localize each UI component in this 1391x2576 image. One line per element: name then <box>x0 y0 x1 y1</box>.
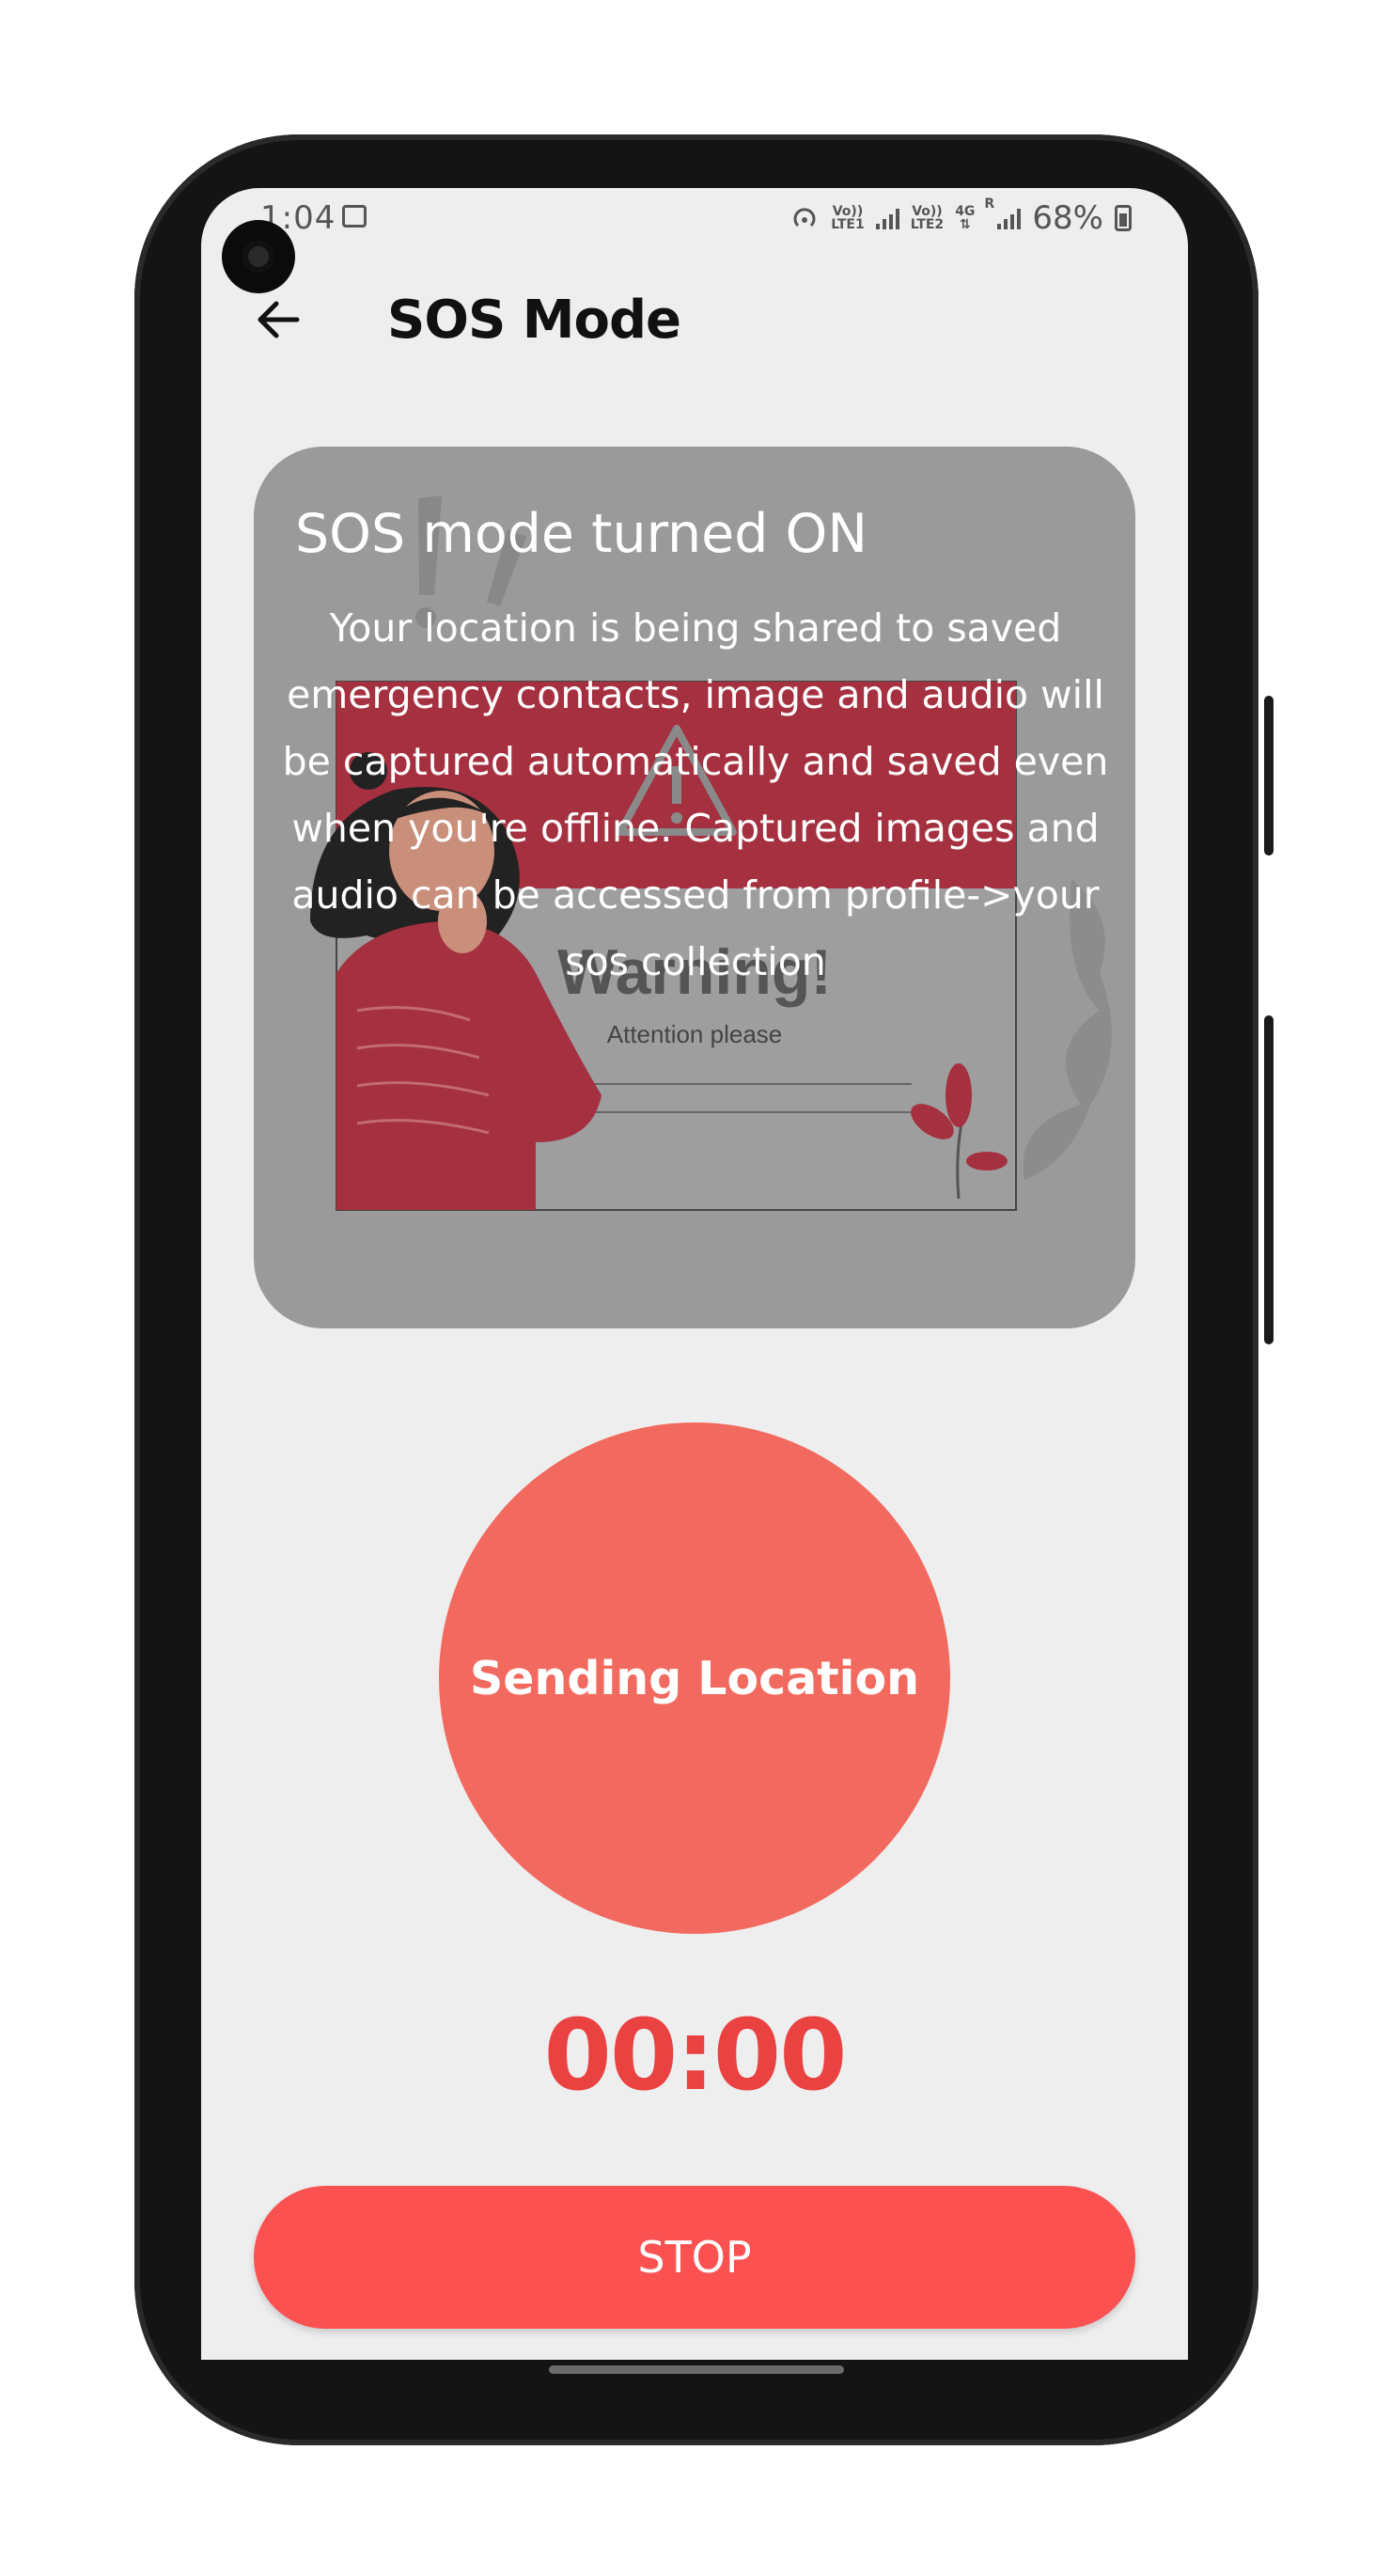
sim2-indicator: Vo)) LTE2 <box>910 204 945 232</box>
network-indicator: 4G ⇅ <box>955 204 976 232</box>
card-title: SOS mode turned ON <box>295 503 868 565</box>
home-indicator[interactable] <box>549 2365 844 2374</box>
status-icons: Vo)) LTE1 Vo)) LTE2 4G ⇅ R 68% <box>789 197 1132 237</box>
sos-status-circle[interactable]: Sending Location <box>439 1422 950 1934</box>
front-camera <box>222 220 295 293</box>
signal-icon <box>875 207 899 229</box>
sending-location-label: Sending Location <box>469 1651 920 1705</box>
stop-button[interactable]: STOP <box>254 2186 1135 2329</box>
card-description: Your location is being shared to saved e… <box>282 605 1109 984</box>
hotspot-icon <box>793 208 816 228</box>
arrow-left-icon <box>258 301 300 338</box>
sim1-indicator: Vo)) LTE1 <box>831 204 865 232</box>
back-button[interactable] <box>250 291 306 348</box>
stop-button-label: STOP <box>637 2232 752 2283</box>
battery-icon <box>1115 205 1132 231</box>
screen: 1:04 Vo)) LTE1 Vo)) LTE2 4G ⇅ R 68% SOS … <box>201 188 1188 2360</box>
sos-timer: 00:00 <box>543 1998 847 2113</box>
sos-info-card: Warning! Attention please SOS mode turne… <box>254 447 1135 1328</box>
power-button <box>1264 1015 1274 1344</box>
page-title: SOS Mode <box>387 290 681 351</box>
signal-icon-2: R <box>984 197 1022 229</box>
gallery-notification-icon <box>342 205 367 228</box>
volume-button <box>1264 696 1274 856</box>
illustration-subtext: Attention please <box>607 1020 782 1048</box>
battery-percentage: 68% <box>1032 199 1103 237</box>
